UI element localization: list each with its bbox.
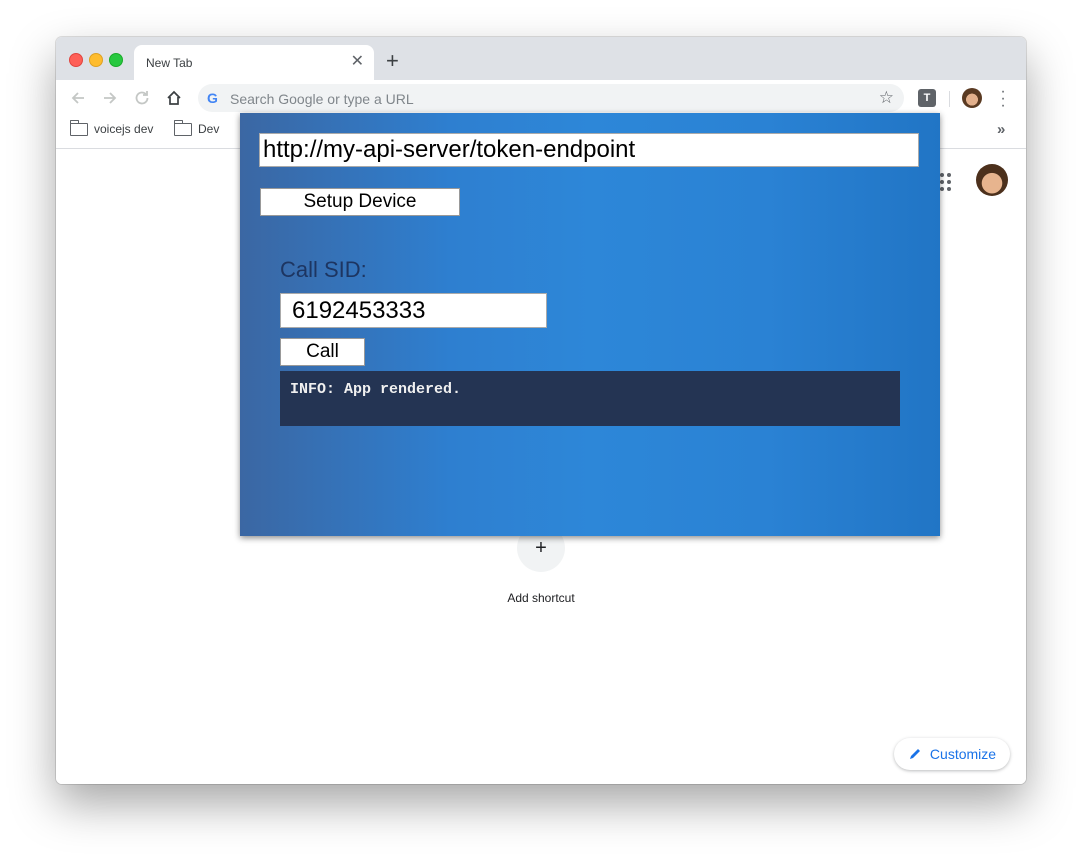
call-button[interactable]: Call [280,338,365,366]
bookmark-voicejs-dev[interactable]: voicejs dev [70,119,154,136]
reload-icon[interactable] [131,87,153,109]
folder-icon [70,119,88,136]
forward-icon[interactable] [99,87,121,109]
tab-strip: New Tab ✕ + [56,37,1026,80]
bookmark-star-icon[interactable]: ☆ [879,88,894,108]
close-window-button[interactable] [69,53,83,67]
back-icon[interactable] [67,87,89,109]
tab-new-tab[interactable]: New Tab ✕ [134,45,374,80]
add-shortcut-label: Add shortcut [507,591,575,605]
home-icon[interactable] [163,87,185,109]
bookmark-dev[interactable]: Dev [174,119,220,136]
token-endpoint-input[interactable] [259,133,919,167]
call-sid-label: Call SID: [280,257,367,282]
browser-toolbar: G Search Google or type a URL ☆ T · · · [56,80,1026,116]
log-line: INFO: App rendered. [290,381,462,398]
profile-avatar[interactable] [962,88,982,108]
browser-menu-icon[interactable]: · · · [998,84,1008,114]
call-sid-input[interactable] [280,293,547,328]
omnibox-placeholder: Search Google or type a URL [230,91,414,107]
setup-device-button[interactable]: Setup Device [260,188,460,216]
toolbar-divider [949,91,950,107]
extension-icon[interactable]: T [918,89,936,107]
google-icon: G [207,90,218,106]
tab-title: New Tab [146,56,193,70]
pencil-icon [909,749,920,759]
folder-icon [174,119,192,136]
omnibox[interactable]: G Search Google or type a URL ☆ [198,84,904,112]
zoom-window-button[interactable] [109,53,123,67]
customize-button[interactable]: Customize [894,738,1010,770]
new-tab-button[interactable]: + [386,50,399,72]
bookmarks-overflow-icon[interactable]: » [997,121,1005,138]
log-panel: INFO: App rendered. [280,371,900,426]
bookmark-label: Dev [198,122,220,136]
bookmark-label: voicejs dev [94,122,154,136]
extension-popup: Setup Device Call SID: Call INFO: App re… [240,113,940,536]
customize-label: Customize [929,746,997,762]
close-tab-icon[interactable]: ✕ [351,52,364,72]
apps-grid-icon[interactable] [940,173,952,191]
minimize-window-button[interactable] [89,53,103,67]
account-avatar[interactable] [976,164,1008,196]
